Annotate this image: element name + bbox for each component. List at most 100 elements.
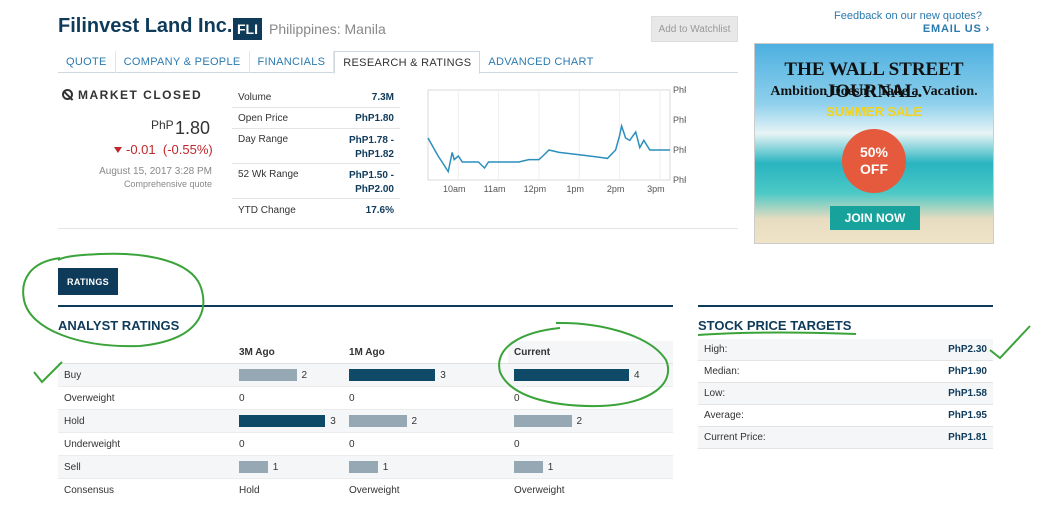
- ratings-row-buy: Buy 2 3 4: [58, 364, 673, 387]
- price-target-row: Average: PhP1.95: [698, 405, 993, 427]
- price-target-value: PhP1.58: [948, 388, 987, 399]
- ratings-row-underweight: Underweight 0 0 0: [58, 433, 673, 456]
- consensus-cell: Hold: [239, 485, 260, 496]
- rating-count: 2: [301, 369, 308, 381]
- ratings-tab-button[interactable]: RATINGS: [58, 268, 118, 295]
- tab-company-people[interactable]: COMPANY & PEOPLE: [116, 51, 250, 73]
- comprehensive-quote-link[interactable]: Comprehensive quote: [60, 179, 212, 189]
- rating-cell: 0: [343, 393, 508, 404]
- rating-label: Hold: [64, 415, 85, 427]
- price-target-value: PhP1.81: [948, 432, 987, 443]
- x-tick-label: 12pm: [524, 184, 547, 194]
- stat-row-ytd-change: YTD Change 17.6%: [232, 199, 400, 222]
- rating-label: Consensus: [64, 485, 115, 496]
- price-target-value: PhP2.30: [948, 344, 987, 355]
- rating-cell: 3: [233, 415, 343, 427]
- last-price: 1.80: [175, 118, 211, 138]
- y-tick-label: PhP1.800: [673, 145, 686, 155]
- consensus-cell: Overweight: [349, 485, 400, 496]
- price-targets-table: High: PhP2.30 Median: PhP1.90 Low: PhP1.58 Ave…: [698, 339, 993, 449]
- stat-row-volume: Volume 7.3M: [232, 87, 400, 108]
- stock-price-targets-title: STOCK PRICE TARGETS: [698, 318, 852, 333]
- rating-cell: 2: [343, 415, 508, 427]
- ad-join-now-button[interactable]: JOIN NOW: [830, 206, 920, 230]
- exchange-label: Philippines: Manila: [269, 21, 386, 37]
- wsj-advertisement[interactable]: THE WALL STREET JOURNAL. Ambition Doesn'…: [754, 43, 994, 244]
- feedback-link[interactable]: Feedback on our new quotes?: [800, 10, 982, 22]
- stat-label: YTD Change: [238, 205, 296, 216]
- stat-label: Day Range: [238, 134, 289, 145]
- rating-cell: 1: [508, 461, 673, 473]
- stat-value: 17.6%: [365, 205, 394, 216]
- email-us-link[interactable]: EMAIL US ›: [800, 23, 990, 35]
- x-tick-label: 1pm: [566, 184, 584, 194]
- section-rule: [698, 305, 993, 307]
- rating-bar: [514, 461, 543, 473]
- column-header-1m-ago: 1M Ago: [349, 346, 385, 358]
- y-tick-label: PhP1.775: [673, 175, 686, 185]
- rating-count: 3: [330, 415, 336, 427]
- rating-count: 1: [382, 461, 389, 473]
- rating-bar: [239, 415, 326, 427]
- annotation-check-right-icon: [989, 325, 1031, 360]
- change-percent: (-0.55%): [162, 142, 213, 157]
- stat-row-open-price: Open Price PhP1.80: [232, 108, 400, 129]
- analyst-ratings-title: ANALYST RATINGS: [58, 318, 180, 333]
- ratings-row-hold: Hold 3 2 2: [58, 410, 673, 433]
- rating-count: 0: [239, 438, 245, 450]
- rating-bar: [239, 461, 268, 473]
- tab-research-ratings[interactable]: RESEARCH & RATINGS: [334, 51, 481, 74]
- stat-value: PhP1.50 - PhP2.00: [348, 170, 394, 195]
- stat-row-52wk-range: 52 Wk Range PhP1.50 - PhP2.00: [232, 164, 400, 199]
- ad-discount-off: OFF: [860, 161, 888, 177]
- rating-bar: [239, 369, 297, 381]
- ad-tagline: Ambition Doesn't Take a Vacation.: [770, 84, 978, 99]
- rating-cell: 1: [343, 461, 508, 473]
- market-closed-icon: [62, 89, 73, 100]
- ad-discount-percent: 50%: [859, 144, 889, 160]
- section-divider: [58, 228, 738, 229]
- rating-count: 3: [440, 369, 446, 381]
- quote-timestamp: August 15, 2017 3:28 PM: [99, 166, 212, 177]
- rating-label: Overweight: [64, 392, 115, 404]
- stat-value: PhP1.78 - PhP1.82: [348, 135, 394, 160]
- tab-financials[interactable]: FINANCIALS: [250, 51, 335, 73]
- rating-cell: 0: [508, 439, 673, 450]
- section-rule: [58, 305, 673, 307]
- market-status: MARKET CLOSED: [78, 88, 203, 102]
- ticker-badge: FLI: [233, 18, 262, 40]
- rating-label: Underweight: [64, 438, 121, 450]
- price-target-value: PhP1.95: [948, 410, 987, 421]
- add-to-watchlist-button[interactable]: Add to Watchlist: [651, 16, 738, 42]
- stat-value: 7.3M: [371, 91, 394, 103]
- rating-cell: 1: [233, 461, 343, 473]
- column-header-current: Current: [508, 341, 673, 363]
- price-target-value: PhP1.90: [948, 366, 987, 377]
- stat-label: Volume: [238, 91, 272, 103]
- price-target-label: High:: [704, 344, 728, 355]
- rating-cell: 0: [233, 393, 343, 404]
- price-target-label: Median:: [704, 366, 740, 377]
- rating-cell: 4: [508, 369, 673, 381]
- tab-quote[interactable]: QUOTE: [58, 51, 116, 73]
- rating-label: Buy: [64, 369, 82, 381]
- rating-count: 1: [547, 461, 554, 473]
- consensus-cell: Overweight: [514, 485, 565, 496]
- key-stats-table: Volume 7.3M Open Price PhP1.80 Day Range…: [232, 87, 400, 222]
- price-target-label: Average:: [704, 410, 744, 421]
- ratings-row-sell: Sell 1 1 1: [58, 456, 673, 479]
- rating-bar: [349, 461, 378, 473]
- tab-advanced-chart[interactable]: ADVANCED CHART: [480, 51, 601, 73]
- stat-row-day-range: Day Range PhP1.78 - PhP1.82: [232, 129, 400, 164]
- rating-count: 0: [349, 438, 355, 450]
- x-tick-label: 3pm: [647, 184, 665, 194]
- rating-count: 1: [272, 461, 279, 473]
- rating-bar: [349, 369, 436, 381]
- ad-sale-label: SUMMER SALE: [825, 104, 923, 119]
- ratings-header-row: 3M Ago 1M Ago Current: [58, 341, 673, 364]
- stat-value: PhP1.80: [355, 112, 394, 124]
- rating-cell: 2: [233, 369, 343, 381]
- rating-cell: 0: [233, 439, 343, 450]
- rating-count: 0: [514, 392, 520, 404]
- x-tick-label: 2pm: [607, 184, 625, 194]
